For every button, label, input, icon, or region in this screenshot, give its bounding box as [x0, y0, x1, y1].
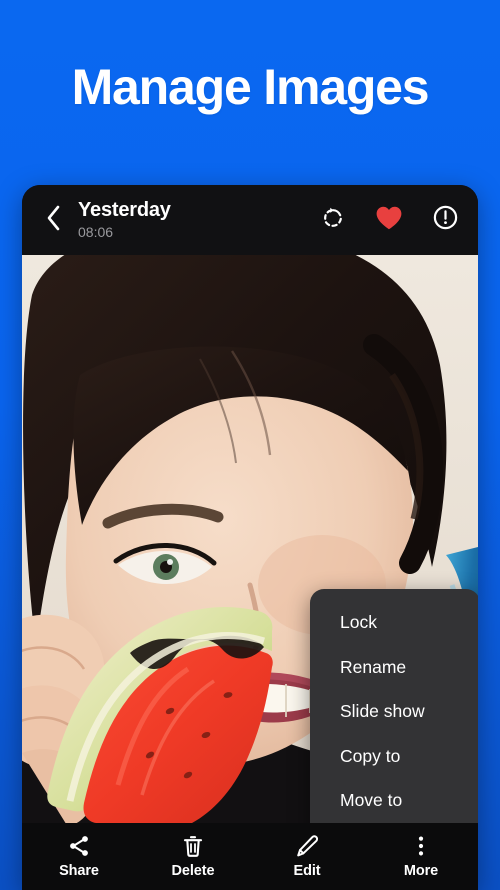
- share-label: Share: [59, 863, 99, 879]
- more-label: More: [403, 863, 439, 879]
- info-button[interactable]: [430, 205, 460, 235]
- phone-screenshot-card: Yesterday 08:06 Lock Rename Slide show C…: [22, 185, 478, 890]
- photo-time-subtitle: 08:06: [78, 223, 114, 240]
- menu-item-move-to[interactable]: Move to: [310, 783, 478, 819]
- info-exclamation-circle-icon: [433, 205, 458, 235]
- page-title: Manage Images: [71, 59, 430, 115]
- rotate-clockwise-icon: [321, 206, 345, 235]
- edit-button[interactable]: Edit: [250, 834, 364, 879]
- share-button[interactable]: Share: [22, 834, 136, 879]
- pencil-icon: [295, 834, 319, 858]
- topbar-actions: [318, 205, 460, 235]
- app-topbar: Yesterday 08:06: [22, 185, 478, 255]
- menu-item-slide-show[interactable]: Slide show: [310, 694, 478, 730]
- menu-item-rename[interactable]: Rename: [310, 650, 478, 686]
- delete-button[interactable]: Delete: [136, 834, 250, 879]
- delete-label: Delete: [171, 863, 215, 879]
- favorite-button[interactable]: [374, 205, 404, 235]
- app-bottom-toolbar: Share Delete Edit More: [22, 823, 478, 890]
- chevron-left-icon: [45, 204, 62, 237]
- more-button[interactable]: More: [364, 834, 478, 879]
- edit-label: Edit: [293, 863, 321, 879]
- more-vertical-icon: [409, 834, 433, 858]
- menu-item-lock[interactable]: Lock: [310, 605, 478, 641]
- heart-filled-icon: [375, 205, 403, 236]
- back-button[interactable]: [36, 200, 70, 240]
- trash-icon: [181, 834, 205, 858]
- share-icon: [67, 834, 91, 858]
- rotate-button[interactable]: [318, 205, 348, 235]
- photo-date-title: Yesterday: [78, 198, 171, 221]
- menu-item-copy-to[interactable]: Copy to: [310, 739, 478, 775]
- photo-title-block: Yesterday 08:06: [78, 199, 318, 241]
